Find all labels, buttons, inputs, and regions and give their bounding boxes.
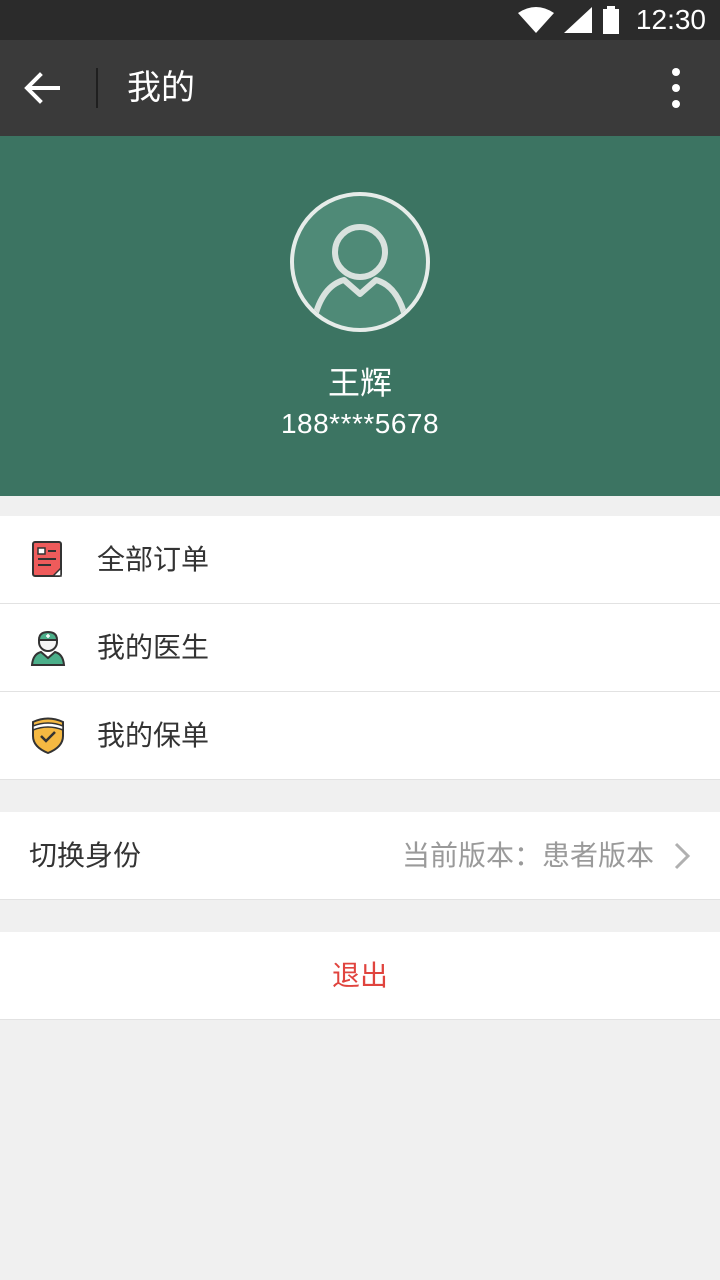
menu-item-label: 我的保单 xyxy=(97,719,210,752)
user-phone: 188****5678 xyxy=(280,408,440,439)
menu-item-all-orders[interactable]: 全部订单 xyxy=(0,516,720,604)
more-vert-icon-dot xyxy=(672,84,680,92)
doctor-icon xyxy=(30,630,66,666)
app-bar: 我的 xyxy=(0,40,720,136)
menu-item-label: 全部订单 xyxy=(97,543,210,576)
back-button[interactable] xyxy=(18,64,66,112)
status-icons: 12:30 xyxy=(517,0,706,40)
app-bar-divider xyxy=(96,68,98,108)
user-name: 王辉 xyxy=(327,364,392,402)
menu-list: 全部订单 我的医生 我的保单 xyxy=(0,516,720,780)
status-bar: 12:30 xyxy=(0,0,720,40)
page-title: 我的 xyxy=(127,68,195,108)
cell-signal-icon xyxy=(563,7,592,33)
status-time: 12:30 xyxy=(635,4,706,35)
battery-icon xyxy=(602,6,619,34)
order-list-icon xyxy=(32,541,62,577)
more-vert-icon xyxy=(672,68,680,76)
menu-item-my-doctor[interactable]: 我的医生 xyxy=(0,604,720,692)
logout-button[interactable]: 退出 xyxy=(0,932,720,1020)
switch-identity-row[interactable]: 切换身份 当前版本：患者版本 xyxy=(0,812,720,900)
more-options-button[interactable] xyxy=(652,64,700,112)
menu-item-my-policy[interactable]: 我的保单 xyxy=(0,692,720,780)
menu-item-label: 我的医生 xyxy=(97,631,210,664)
wifi-icon xyxy=(517,7,554,33)
current-version-text: 当前版本：患者版本 xyxy=(401,839,654,872)
more-vert-icon-dot xyxy=(672,100,680,108)
insurance-shield-icon xyxy=(32,717,64,754)
arrow-left-icon xyxy=(24,72,60,104)
avatar[interactable] xyxy=(290,192,430,332)
user-avatar-icon xyxy=(311,224,409,321)
chevron-right-icon xyxy=(674,842,691,870)
switch-identity-label: 切换身份 xyxy=(29,839,142,872)
profile-header: 王辉 188****5678 xyxy=(0,136,720,496)
